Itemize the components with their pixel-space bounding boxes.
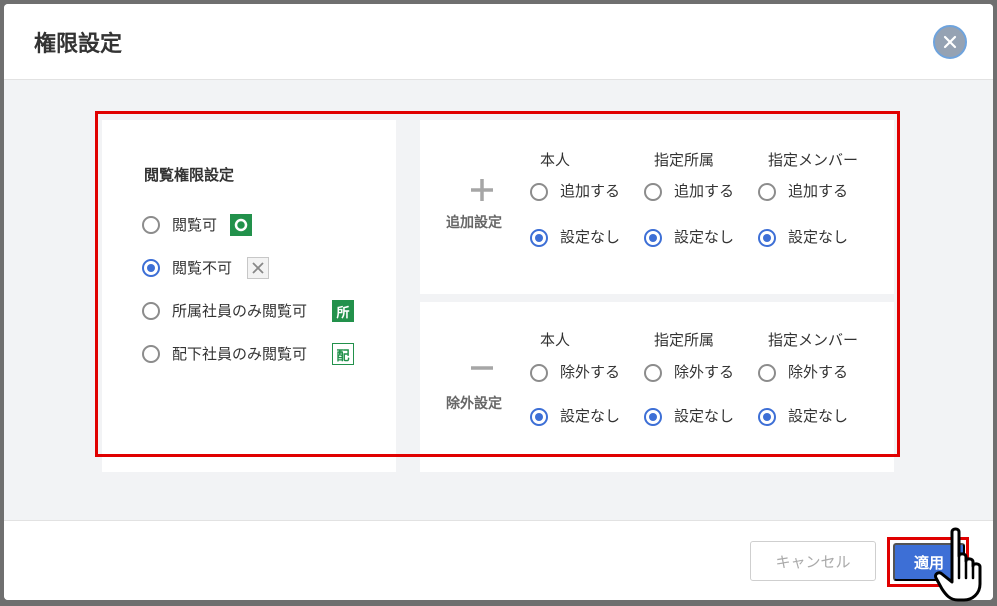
cross-icon: [247, 257, 269, 279]
radio-add-self[interactable]: [530, 183, 548, 201]
permission-dialog: 権限設定 閲覧権限設定 閲覧可 閲覧不可 所属社員のみ閲覧可 所 配下社員のみ閲…: [4, 4, 993, 600]
radio-remove-member[interactable]: [758, 364, 776, 382]
add-settings-panel: 追加設定 本人 指定所属 指定メンバー 追加する 追加する 追加する 設定なし …: [420, 120, 894, 294]
option-label: 設定なし: [560, 228, 621, 246]
option-label: 設定なし: [788, 228, 849, 246]
view-permission-title: 閲覧権限設定: [144, 166, 235, 184]
radio-subordinate-only[interactable]: [142, 345, 160, 363]
radio-remove-dept[interactable]: [644, 364, 662, 382]
radio-remove-self[interactable]: [530, 364, 548, 382]
dialog-title: 権限設定: [34, 32, 123, 57]
option-label: 追加する: [674, 182, 735, 200]
dialog-footer: キャンセル 適用: [4, 520, 993, 600]
option-label: 配下社員のみ閲覧可: [172, 345, 308, 363]
radio-add-dept[interactable]: [644, 183, 662, 201]
minus-icon: [471, 366, 493, 370]
column-header-dept: 指定所属: [654, 151, 715, 169]
option-label: 除外する: [788, 363, 849, 381]
radio-dept-only[interactable]: [142, 302, 160, 320]
radio-none-self[interactable]: [530, 408, 548, 426]
radio-none-dept[interactable]: [644, 229, 662, 247]
dept-badge: 所: [332, 300, 354, 322]
dialog-body: 閲覧権限設定 閲覧可 閲覧不可 所属社員のみ閲覧可 所 配下社員のみ閲覧可 配 …: [4, 80, 993, 520]
column-header-self: 本人: [540, 331, 571, 349]
option-label: 設定なし: [674, 407, 735, 425]
add-settings-label: 追加設定: [446, 215, 502, 231]
remove-settings-label: 除外設定: [446, 396, 502, 412]
option-label: 設定なし: [788, 407, 849, 425]
column-header-dept: 指定所属: [654, 331, 715, 349]
cancel-button[interactable]: キャンセル: [750, 541, 876, 581]
subordinate-badge: 配: [332, 343, 354, 365]
dialog-header: 権限設定: [4, 4, 993, 80]
option-label: 閲覧可: [172, 216, 218, 234]
radio-add-member[interactable]: [758, 183, 776, 201]
close-icon: [943, 35, 957, 49]
hand-pointer-icon: [934, 527, 982, 602]
radio-none-dept[interactable]: [644, 408, 662, 426]
option-label: 除外する: [560, 363, 621, 381]
radio-viewable[interactable]: [142, 216, 160, 234]
option-label: 設定なし: [560, 407, 621, 425]
option-label: 追加する: [788, 182, 849, 200]
option-label: 除外する: [674, 363, 735, 381]
option-label: 閲覧不可: [172, 259, 233, 277]
radio-none-self[interactable]: [530, 229, 548, 247]
view-permission-panel: 閲覧権限設定 閲覧可 閲覧不可 所属社員のみ閲覧可 所 配下社員のみ閲覧可 配: [102, 120, 396, 472]
option-label: 所属社員のみ閲覧可: [172, 302, 308, 320]
plus-icon: [471, 179, 493, 201]
option-label: 追加する: [560, 182, 621, 200]
column-header-member: 指定メンバー: [768, 151, 859, 169]
remove-settings-panel: 除外設定 本人 指定所属 指定メンバー 除外する 除外する 除外する 設定なし …: [420, 302, 894, 472]
radio-not-viewable[interactable]: [142, 259, 160, 277]
circle-icon: [230, 214, 252, 236]
radio-none-member[interactable]: [758, 229, 776, 247]
option-label: 設定なし: [674, 228, 735, 246]
close-button[interactable]: [933, 25, 967, 59]
column-header-member: 指定メンバー: [768, 331, 859, 349]
radio-none-member[interactable]: [758, 408, 776, 426]
column-header-self: 本人: [540, 151, 571, 169]
